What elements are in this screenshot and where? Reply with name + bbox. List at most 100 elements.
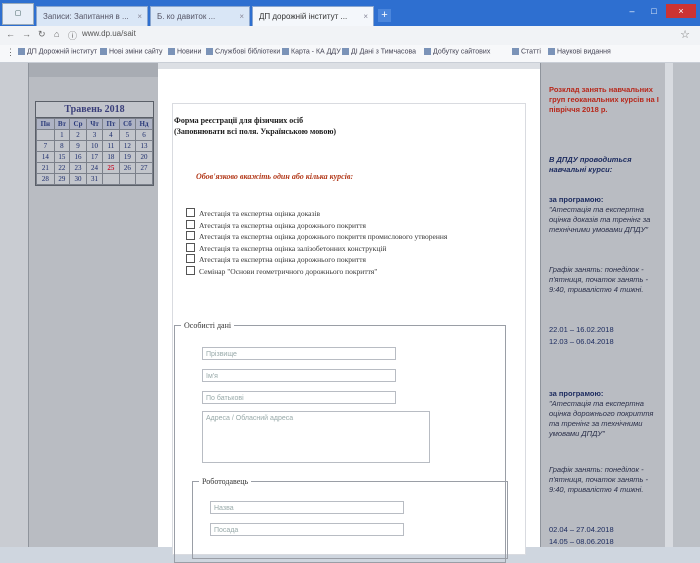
course-option[interactable]: Атестація та експертна оцінка доказів [186, 208, 496, 220]
bookmark-item[interactable]: Наукові видання [548, 48, 611, 55]
surname-input[interactable]: Прізвище [202, 347, 396, 360]
calendar-day[interactable]: 26 [118, 162, 137, 174]
calendar-day[interactable]: 1 [53, 129, 71, 141]
course-option[interactable]: Семінар "Основи геометричного дорожнього… [186, 265, 496, 278]
bookmarks-bar: ⋮ ДП Дорожній інститут Нові зміни сайту … [0, 45, 700, 63]
calendar-day[interactable]: 5 [118, 129, 137, 141]
home-icon[interactable]: ⌂ [54, 29, 59, 39]
weekday: Сб [118, 118, 137, 130]
minimize-button[interactable]: – [622, 4, 642, 18]
close-icon[interactable]: × [239, 7, 244, 26]
position-input[interactable]: Посада [210, 523, 404, 536]
bookmark-item[interactable]: Службові бібліотеки [206, 48, 280, 55]
close-window-button[interactable]: × [666, 4, 696, 18]
calendar-day[interactable]: 2 [69, 129, 87, 141]
checkbox[interactable] [186, 265, 195, 275]
checkbox[interactable] [186, 219, 195, 229]
scrollbar[interactable] [665, 63, 673, 547]
calendar-day[interactable]: 20 [135, 151, 153, 163]
company-input[interactable]: Назва [210, 501, 404, 514]
calendar-week: 1 2 3 4 5 6 [36, 129, 153, 141]
new-tab-button[interactable]: + [378, 9, 391, 22]
calendar-week: 14 15 16 17 18 19 20 [36, 151, 153, 163]
program-label: за програмою: [549, 195, 604, 204]
name-input[interactable]: Ім'я [202, 369, 396, 382]
course-option[interactable]: Атестація та експертна оцінка дорожнього… [186, 254, 496, 266]
folder-icon [548, 48, 555, 55]
calendar-day[interactable]: 19 [118, 151, 137, 163]
calendar-day[interactable]: 22 [53, 162, 71, 174]
calendar-day[interactable]: 12 [118, 140, 137, 152]
checkbox[interactable] [186, 208, 195, 217]
sidebar-header-strip [29, 63, 159, 77]
calendar-day[interactable] [135, 173, 153, 185]
calendar-day[interactable]: 9 [69, 140, 87, 152]
calendar-day[interactable]: 24 [85, 162, 104, 174]
bookmark-star-icon[interactable]: ☆ [680, 28, 690, 41]
checkbox[interactable] [186, 231, 195, 240]
checkbox[interactable] [186, 242, 195, 252]
calendar-day[interactable]: 13 [135, 140, 153, 152]
course-label: Семінар "Основи геометричного дорожнього… [199, 266, 378, 276]
bookmark-item[interactable]: Нові зміни сайту [100, 48, 163, 55]
course-option[interactable]: Атестація та експертна оцінка дорожнього… [186, 231, 496, 243]
page-background-right [665, 63, 700, 547]
bookmark-label: ДІ Дані з Тимчасова [351, 48, 417, 56]
left-sidebar: Травень 2018 Пн Вт Ср Чт Пт Сб Нд 1 2 3 … [28, 63, 160, 547]
calendar-day[interactable]: 28 [36, 173, 55, 185]
calendar-day[interactable] [36, 129, 55, 141]
calendar-day[interactable]: 10 [85, 140, 104, 152]
bookmark-item[interactable]: Карта - КА ДДУ [282, 48, 341, 55]
maximize-button[interactable]: □ [644, 4, 664, 18]
courses-intro: В ДПДУ проводиться навчальні курси: [549, 155, 632, 174]
calendar-day[interactable]: 21 [36, 162, 55, 174]
tab-3[interactable]: ДП дорожній інститут ... × [252, 6, 374, 26]
calendar-day[interactable]: 7 [36, 140, 55, 152]
calendar-week: 21 22 23 24 25 26 27 [36, 162, 153, 174]
tab-2[interactable]: Б. ко давиток ... × [150, 6, 250, 26]
close-icon[interactable]: × [363, 7, 368, 26]
course-option[interactable]: Атестація та експертна оцінка залізобето… [186, 242, 496, 255]
tab-1[interactable]: Записи: Запитання в ... × [36, 6, 148, 26]
bookmark-item[interactable]: ДП Дорожній інститут [18, 48, 97, 55]
calendar-day[interactable] [102, 173, 120, 185]
calendar-day[interactable]: 29 [53, 173, 71, 185]
calendar-day[interactable]: 6 [135, 129, 153, 141]
calendar-day[interactable]: 18 [102, 151, 120, 163]
calendar-day[interactable]: 31 [85, 173, 104, 185]
bookmark-item[interactable]: ДІ Дані з Тимчасова [342, 48, 416, 55]
forward-icon[interactable]: → [22, 29, 31, 39]
calendar-day[interactable]: 15 [53, 151, 71, 163]
url-field[interactable]: www.dp.ua/sait [82, 29, 136, 38]
calendar-day[interactable]: 17 [85, 151, 104, 163]
calendar-day-today[interactable]: 25 [102, 162, 120, 174]
calendar-weekdays: Пн Вт Ср Чт Пт Сб Нд [36, 118, 153, 130]
calendar-day[interactable]: 3 [85, 129, 104, 141]
bookmark-item[interactable]: Статті [512, 48, 541, 55]
calendar-day[interactable]: 14 [36, 151, 55, 163]
calendar-day[interactable]: 11 [102, 140, 120, 152]
course-list: Атестація та експертна оцінка доказів Ат… [186, 208, 496, 277]
program-title: "Атестація та експертна оцінка дорожньог… [549, 399, 654, 438]
tab-label: Записи: Запитання в ... [43, 12, 129, 21]
bookmark-item[interactable]: Добутку сайтових [424, 48, 490, 55]
apps-icon[interactable]: ⋮ [6, 47, 15, 58]
calendar-day[interactable]: 23 [69, 162, 87, 174]
course-option[interactable]: Атестація та експертна оцінка дорожнього… [186, 219, 496, 232]
back-icon[interactable]: ← [6, 29, 15, 39]
schedule-header[interactable]: Розклад занять навчальних груп геоканаль… [549, 85, 661, 115]
calendar-day[interactable]: 8 [53, 140, 71, 152]
close-icon[interactable]: × [137, 7, 142, 26]
browser-titlebar: ▢ Записи: Запитання в ... × Б. ко давиток… [0, 0, 700, 26]
calendar-day[interactable]: 16 [69, 151, 87, 163]
bookmark-item[interactable]: Новини [168, 48, 201, 55]
bookmark-label: Добутку сайтових [433, 48, 491, 56]
calendar-day[interactable]: 30 [69, 173, 87, 185]
calendar-day[interactable]: 4 [102, 129, 120, 141]
calendar-day[interactable]: 27 [135, 162, 153, 174]
patronymic-input[interactable]: По батькові [202, 391, 396, 404]
checkbox[interactable] [186, 254, 195, 263]
calendar-day[interactable] [118, 173, 137, 185]
reload-icon[interactable]: ↻ [38, 29, 46, 40]
address-textarea[interactable]: Адреса / Обласний адреса [202, 411, 430, 463]
